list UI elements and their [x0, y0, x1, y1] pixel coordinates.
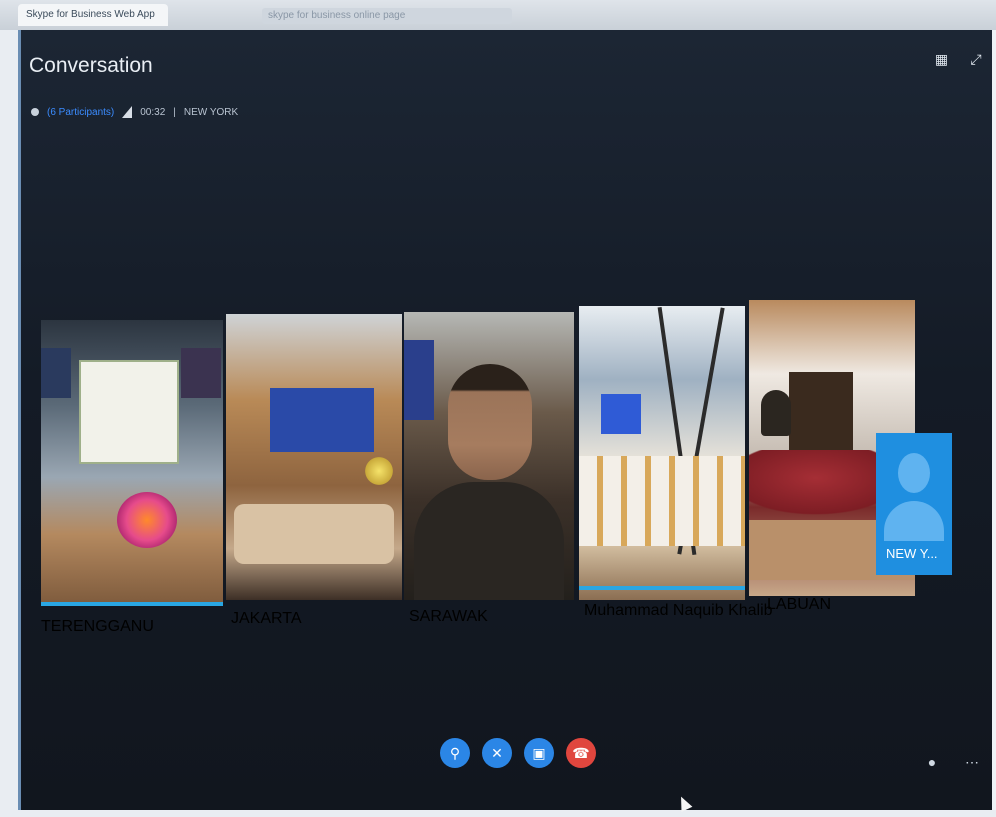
avatar-name: NEW Y...	[886, 546, 938, 561]
participant-face	[448, 364, 532, 480]
tile-highlight-bar	[41, 602, 223, 606]
video-tile-muhammad-naquib-khalib[interactable]	[579, 306, 745, 600]
presence-icon	[31, 108, 39, 116]
layout-icon[interactable]: ▦	[933, 50, 951, 68]
call-controls: ⚲ ✕ ▣ ☎	[440, 738, 596, 768]
avatar-head	[898, 453, 930, 493]
browser-tab[interactable]: Skype for Business Web App	[18, 4, 168, 26]
video-off-icon[interactable]: ✕	[482, 738, 512, 768]
flower-arrangement	[364, 454, 394, 488]
present-screen-icon[interactable]: ▣	[524, 738, 554, 768]
wall-poster	[41, 348, 71, 398]
call-duration: 00:32	[140, 106, 166, 118]
backdrop-banner	[270, 388, 374, 452]
tile-label: LABUAN	[767, 596, 832, 613]
wall-poster	[404, 340, 434, 420]
status-separator: |	[173, 106, 176, 118]
browser-tab-strip: Skype for Business Web App skype for bus…	[0, 0, 996, 30]
wall-poster	[181, 348, 221, 398]
tile-highlight-bar	[579, 586, 745, 590]
participants-icon[interactable]: ●	[922, 752, 942, 772]
signal-strength-icon	[122, 106, 133, 118]
sofa-set	[234, 504, 394, 564]
conversation-status: (6 Participants) 00:32 | NEW YORK	[31, 106, 238, 118]
tile-label: SARAWAK	[409, 608, 488, 625]
video-tile-sarawak[interactable]	[404, 312, 574, 600]
tile-label: Muhammad Naquib Khalib	[584, 602, 773, 619]
call-location: NEW YORK	[183, 106, 239, 118]
stage-screen	[601, 394, 641, 434]
video-gallery: TERENGGANU JAKARTA SARAWAK Muhammad Naqu…	[41, 300, 941, 635]
flower-arrangement	[117, 492, 177, 548]
seated-person	[761, 390, 791, 436]
microphone-off-icon[interactable]: ⚲	[440, 738, 470, 768]
tile-label: JAKARTA	[231, 610, 302, 627]
monitor-bezel	[992, 30, 996, 810]
conversation-window: Conversation ▦ ⤢ (6 Participants) 00:32 …	[18, 30, 995, 810]
hang-up-icon[interactable]: ☎	[566, 738, 596, 768]
avatar-tile-new-york[interactable]: NEW Y...	[876, 433, 952, 575]
participants-link[interactable]: (6 Participants)	[47, 107, 114, 118]
video-tile-jakarta[interactable]	[226, 314, 402, 600]
page-title: Conversation	[29, 54, 153, 77]
browser-address-bar[interactable]: skype for business online page	[262, 8, 512, 24]
chairs-row	[579, 456, 745, 546]
tile-label: TERENGGANU	[41, 618, 154, 635]
avatar-body	[884, 501, 944, 541]
more-options-icon[interactable]: ⋯	[962, 752, 982, 772]
video-tile-terengganu[interactable]	[41, 320, 223, 606]
window-actions: ▦ ⤢	[921, 50, 985, 69]
bottom-right-actions: ● ⋯	[922, 752, 982, 772]
fullscreen-icon[interactable]: ⤢	[967, 50, 985, 68]
participant-body	[414, 482, 564, 600]
banner-board	[79, 360, 179, 464]
